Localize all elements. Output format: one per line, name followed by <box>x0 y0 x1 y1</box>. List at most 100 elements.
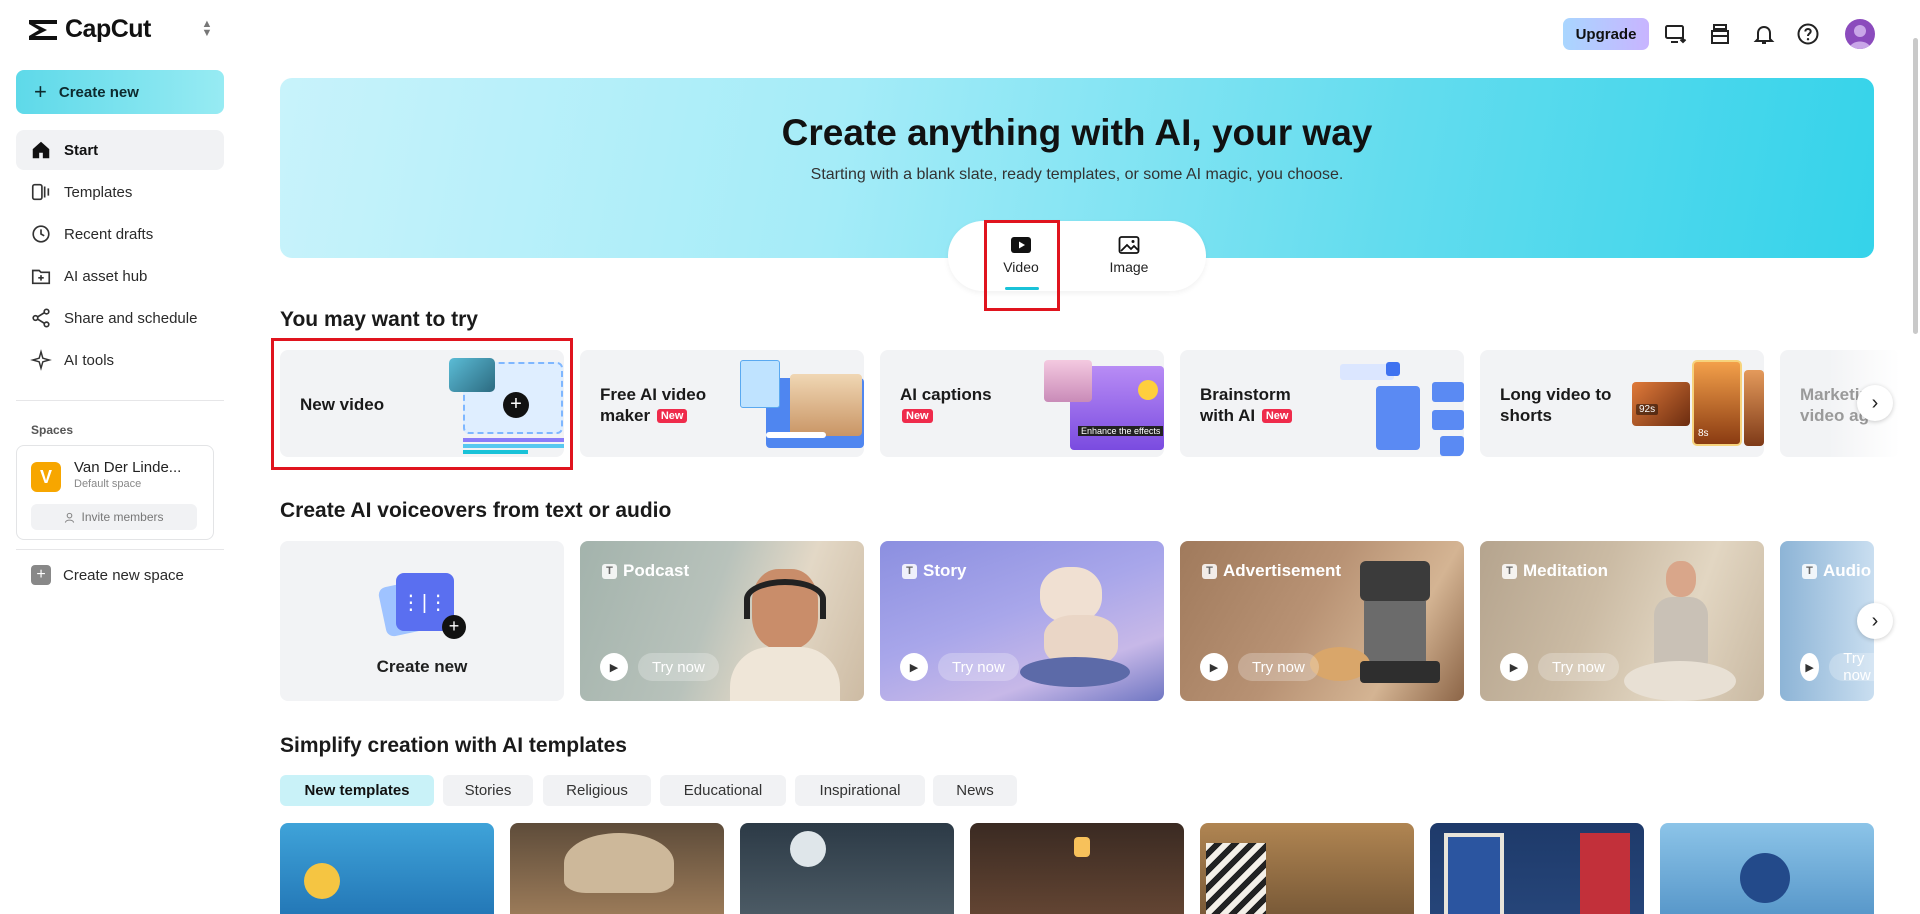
template-thumbnail-underwater[interactable] <box>280 823 494 914</box>
invite-members-label: Invite members <box>81 510 164 524</box>
voice-card-meditation[interactable]: T Meditation ▶ Try now <box>1480 541 1764 701</box>
play-icon[interactable]: ▶ <box>600 653 628 681</box>
shorts-duration-badge: 8s <box>1698 428 1709 439</box>
sidebar-item-label: AI asset hub <box>64 267 148 285</box>
try-now-label: Try now <box>938 653 1019 681</box>
stack-icon[interactable] <box>1708 22 1732 46</box>
invite-members-button[interactable]: Invite members <box>31 504 197 530</box>
chip-religious[interactable]: Religious <box>543 775 651 806</box>
try-card-title: AI captions <box>900 385 992 404</box>
new-video-illustration: + <box>449 358 564 457</box>
sidebar-item-templates[interactable]: Templates <box>16 172 224 212</box>
voice-card-label: Meditation <box>1523 561 1608 580</box>
template-thumbnail-turban[interactable] <box>510 823 724 914</box>
video-play-icon <box>1011 237 1031 253</box>
voice-card-podcast[interactable]: T Podcast ▶ Try now <box>580 541 864 701</box>
upgrade-button[interactable]: Upgrade <box>1563 18 1649 50</box>
user-avatar-icon <box>1849 25 1871 49</box>
page-scrollbar[interactable] <box>1913 38 1918 334</box>
sidebar-item-ai-asset-hub[interactable]: AI asset hub <box>16 256 224 296</box>
template-thumbnail-banners[interactable] <box>1430 823 1644 914</box>
tab-image[interactable]: Image <box>1094 235 1164 275</box>
chip-stories[interactable]: Stories <box>443 775 533 806</box>
templates-icon <box>31 183 50 201</box>
try-next-button[interactable]: › <box>1857 385 1893 421</box>
play-icon[interactable]: ▶ <box>1200 653 1228 681</box>
shorts-duration-badge: 92s <box>1636 404 1659 415</box>
ai-captions-illustration: Enhance the effects <box>1044 360 1164 457</box>
user-avatar[interactable] <box>1845 19 1875 49</box>
chip-educational[interactable]: Educational <box>660 775 786 806</box>
voice-try-now[interactable]: ▶ Try now <box>1800 650 1874 684</box>
voice-card-label: Story <box>923 561 967 580</box>
try-card-ai-captions[interactable]: AI captions New Enhance the effects <box>880 350 1164 457</box>
sidebar-item-label: Recent drafts <box>64 225 154 243</box>
try-card-label: Brainstorm with AI New <box>1200 384 1320 426</box>
voice-try-now[interactable]: ▶ Try now <box>600 653 719 681</box>
workspace-switch-icon[interactable]: ▲ ▼ <box>198 19 216 40</box>
create-new-button[interactable]: + Create new <box>16 70 224 114</box>
hero-subtitle: Starting with a blank slate, ready templ… <box>810 166 1344 183</box>
try-card-ai-video-maker[interactable]: Free AI video maker New <box>580 350 864 457</box>
sidebar: CapCut ▲ ▼ + Create new Start Templates R… <box>0 0 240 914</box>
voice-try-now[interactable]: ▶ Try now <box>1500 653 1619 681</box>
chip-news[interactable]: News <box>933 775 1017 806</box>
voice-card-label: Advertisement <box>1223 561 1342 580</box>
bell-icon[interactable] <box>1752 22 1776 46</box>
sidebar-item-start[interactable]: Start <box>16 130 224 170</box>
create-new-space-button[interactable]: + Create new space <box>31 565 184 585</box>
ai-video-illustration <box>740 360 864 457</box>
try-card-brainstorm[interactable]: Brainstorm with AI New <box>1180 350 1464 457</box>
template-thumbnail-bar[interactable] <box>970 823 1184 914</box>
tab-video[interactable]: Video <box>986 235 1056 275</box>
voice-try-now[interactable]: ▶ Try now <box>1200 653 1319 681</box>
chip-new-templates[interactable]: New templates <box>280 775 434 806</box>
try-now-label: Try now <box>1829 650 1874 684</box>
voice-card-title: T Story <box>902 561 966 581</box>
try-card-long-to-shorts[interactable]: Long video to shorts 92s 8s <box>1480 350 1764 457</box>
media-type-toggle: Video Image <box>948 221 1206 291</box>
add-icon: + <box>503 392 529 418</box>
image-icon <box>1118 236 1140 254</box>
voice-create-new-card[interactable]: ⋮|⋮ + Create new <box>280 541 564 701</box>
try-now-label: Try now <box>1538 653 1619 681</box>
add-icon: + <box>442 615 466 639</box>
play-icon[interactable]: ▶ <box>900 653 928 681</box>
sidebar-item-ai-tools[interactable]: AI tools <box>16 340 224 380</box>
brand-logo[interactable]: CapCut <box>27 15 151 44</box>
voice-waveform-icon: ⋮|⋮ + <box>377 573 466 639</box>
sidebar-item-share-schedule[interactable]: Share and schedule <box>16 298 224 338</box>
sidebar-item-label: Templates <box>64 183 133 201</box>
try-now-label: Try now <box>638 653 719 681</box>
new-badge: New <box>1261 409 1293 423</box>
play-icon[interactable]: ▶ <box>1800 653 1820 681</box>
desktop-download-icon[interactable] <box>1664 22 1688 46</box>
capcut-logo-icon <box>29 19 57 40</box>
podcast-photo <box>730 551 840 701</box>
space-card[interactable]: V Van Der Linde... Default space Invite … <box>16 445 214 540</box>
sidebar-divider <box>16 400 224 401</box>
text-icon: T <box>1802 563 1817 579</box>
voice-try-now[interactable]: ▶ Try now <box>900 653 1019 681</box>
template-thumbnail-moon[interactable] <box>740 823 954 914</box>
template-thumbnail-baseball[interactable] <box>1660 823 1874 914</box>
try-card-new-video[interactable]: New video + <box>280 350 564 457</box>
play-icon[interactable]: ▶ <box>1500 653 1528 681</box>
voice-card-title: T Podcast <box>602 561 689 581</box>
section-title-templates: Simplify creation with AI templates <box>280 734 627 757</box>
sidebar-item-recent-drafts[interactable]: Recent drafts <box>16 214 224 254</box>
home-icon <box>32 141 50 159</box>
voice-card-advertisement[interactable]: T Advertisement ▶ Try now <box>1180 541 1464 701</box>
template-thumbnail-zebra[interactable] <box>1200 823 1414 914</box>
active-tab-indicator <box>1005 287 1039 290</box>
story-kitten-art <box>1020 557 1130 687</box>
help-icon[interactable] <box>1796 22 1820 46</box>
voice-card-story[interactable]: T Story ▶ Try now <box>880 541 1164 701</box>
tab-image-label: Image <box>1109 259 1149 275</box>
try-card-label: Long video to shorts <box>1500 385 1612 425</box>
try-card-title: Free AI video maker <box>600 385 707 425</box>
chip-inspirational[interactable]: Inspirational <box>795 775 925 806</box>
clock-icon <box>32 225 50 243</box>
voice-next-button[interactable]: › <box>1857 603 1893 639</box>
shorts-illustration: 92s 8s <box>1632 360 1764 457</box>
